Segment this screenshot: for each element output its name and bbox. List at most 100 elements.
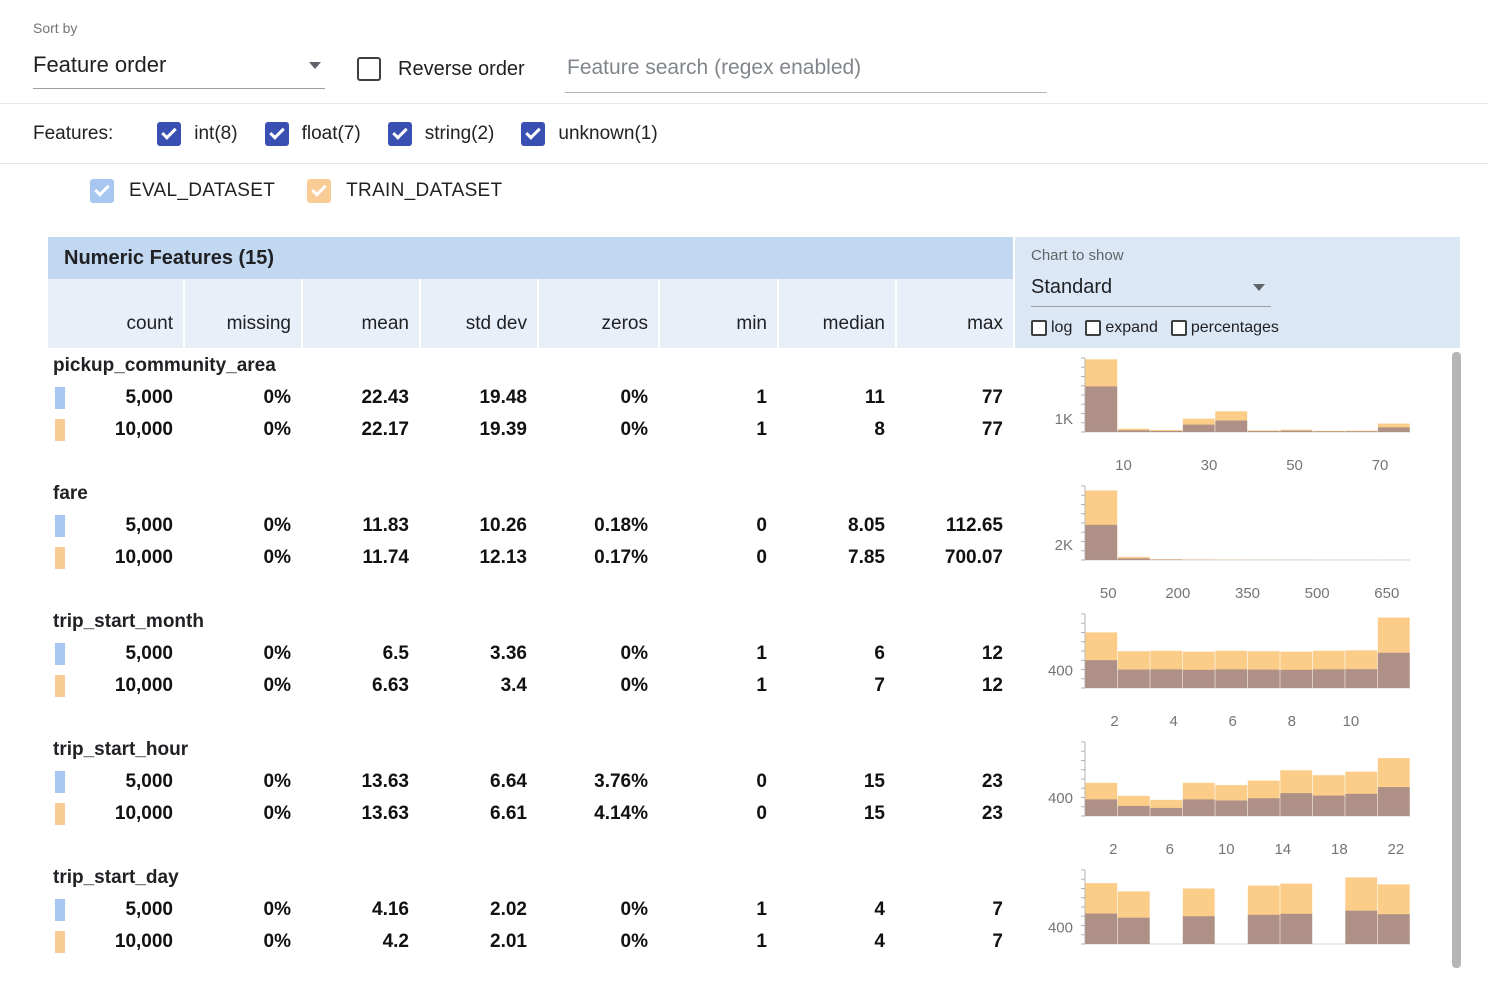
dataset-marker <box>55 643 65 665</box>
stat-value: 0% <box>183 931 301 953</box>
type-filter-string: string(2) <box>388 122 495 146</box>
stats-row: 5,0000%22.4319.480%11177 <box>48 382 1013 414</box>
stat-value: 77 <box>895 387 1013 409</box>
stat-value: 23 <box>895 771 1013 793</box>
type-filter-int: int(8) <box>157 122 237 146</box>
stat-value: 5,000 <box>48 387 183 409</box>
type-filter-unknown: unknown(1) <box>521 122 657 146</box>
feature-block: trip_start_day 5,0000%4.162.020%147 10,0… <box>48 864 1460 992</box>
stat-value: 0% <box>183 515 301 537</box>
log-checkbox[interactable] <box>1031 320 1047 336</box>
feature-name: trip_start_hour <box>53 739 188 761</box>
stat-value: 6.5 <box>301 643 419 665</box>
stat-value: 10.26 <box>419 515 537 537</box>
expand-checkbox[interactable] <box>1085 320 1101 336</box>
dataset-marker <box>55 675 65 697</box>
unknown-filter-checkbox[interactable] <box>521 122 545 146</box>
dataset-marker <box>55 931 65 953</box>
chart-controls-panel: Chart to show Standard log expand percen… <box>1013 237 1460 348</box>
stats-row: 5,0000%4.162.020%147 <box>48 894 1013 926</box>
svg-text:2K: 2K <box>1055 537 1073 554</box>
stat-value: 12.13 <box>419 547 537 569</box>
stat-value: 11.74 <box>301 547 419 569</box>
feature-search-input[interactable] <box>565 50 1047 93</box>
stat-value: 1 <box>658 931 777 953</box>
column-header-count: count <box>48 279 183 348</box>
chart-type-select[interactable]: Standard <box>1031 268 1271 307</box>
stat-value: 1 <box>658 387 777 409</box>
string-filter-checkbox[interactable] <box>388 122 412 146</box>
stat-value: 5,000 <box>48 643 183 665</box>
stat-value: 0% <box>537 675 658 697</box>
stat-value: 7.85 <box>777 547 895 569</box>
stat-value: 0 <box>658 771 777 793</box>
stat-value: 2.01 <box>419 931 537 953</box>
stat-value: 3.4 <box>419 675 537 697</box>
feature-name: trip_start_day <box>53 867 179 889</box>
column-header-stddev: std dev <box>419 279 537 348</box>
stats-row: 10,0000%6.633.40%1712 <box>48 670 1013 702</box>
stat-value: 4 <box>777 899 895 921</box>
svg-text:2: 2 <box>1110 713 1118 730</box>
float-filter-checkbox[interactable] <box>265 122 289 146</box>
int-filter-checkbox[interactable] <box>157 122 181 146</box>
stat-value: 0% <box>183 675 301 697</box>
column-header-max: max <box>895 279 1013 348</box>
svg-text:200: 200 <box>1165 585 1190 602</box>
feature-block: fare 5,0000%11.8310.260.18%08.05112.65 1… <box>48 480 1460 608</box>
stat-value: 5,000 <box>48 899 183 921</box>
svg-text:10: 10 <box>1218 841 1235 858</box>
stat-value: 0% <box>537 387 658 409</box>
stat-value: 5,000 <box>48 771 183 793</box>
chevron-down-icon <box>1253 284 1265 291</box>
stat-value: 4.2 <box>301 931 419 953</box>
stat-value: 7 <box>895 931 1013 953</box>
stat-value: 0% <box>183 419 301 441</box>
feature-name: pickup_community_area <box>53 355 276 377</box>
svg-text:350: 350 <box>1235 585 1260 602</box>
stat-value: 0% <box>183 771 301 793</box>
stat-value: 0% <box>183 803 301 825</box>
stat-value: 0% <box>537 899 658 921</box>
stat-value: 700.07 <box>895 547 1013 569</box>
train-dataset-checkbox[interactable] <box>307 179 331 203</box>
stat-value: 19.39 <box>419 419 537 441</box>
histogram-chart: 1K10305070 <box>1013 352 1460 480</box>
feature-block: pickup_community_area 5,0000%22.4319.480… <box>48 352 1460 480</box>
histogram-chart: 2K50200350500650 <box>1013 480 1460 608</box>
log-option: log <box>1031 319 1072 337</box>
numeric-features-section: Numeric Features (15) count missing mean… <box>48 237 1460 992</box>
stat-value: 0% <box>537 419 658 441</box>
stats-row: 5,0000%11.8310.260.18%08.05112.65 <box>48 510 1013 542</box>
eval-dataset-checkbox[interactable] <box>90 179 114 203</box>
stat-value: 1 <box>658 419 777 441</box>
feature-order-select[interactable]: Feature order <box>33 46 325 89</box>
feature-order-value: Feature order <box>33 52 166 78</box>
stat-value: 0% <box>183 547 301 569</box>
svg-text:50: 50 <box>1286 457 1303 474</box>
vertical-scrollbar[interactable] <box>1452 352 1461 968</box>
svg-text:22: 22 <box>1388 841 1405 858</box>
stat-value: 6.64 <box>419 771 537 793</box>
reverse-order-checkbox[interactable] <box>357 57 381 81</box>
svg-text:18: 18 <box>1331 841 1348 858</box>
dataset-marker <box>55 803 65 825</box>
svg-text:70: 70 <box>1372 457 1389 474</box>
unknown-filter-label: unknown(1) <box>558 123 657 145</box>
percentages-checkbox[interactable] <box>1171 320 1187 336</box>
train-dataset-label: TRAIN_DATASET <box>346 180 502 202</box>
chevron-down-icon <box>309 62 321 69</box>
feature-name: fare <box>53 483 88 505</box>
stat-value: 0 <box>658 547 777 569</box>
log-label: log <box>1051 319 1072 337</box>
feature-type-filters: Features: int(8) float(7) string(2) unkn… <box>0 104 1488 164</box>
stat-value: 1 <box>658 899 777 921</box>
stats-row: 10,0000%13.636.614.14%01523 <box>48 798 1013 830</box>
reverse-order-label: Reverse order <box>398 58 525 81</box>
stat-value: 1 <box>658 643 777 665</box>
stat-value: 10,000 <box>48 547 183 569</box>
svg-text:50: 50 <box>1100 585 1117 602</box>
column-header-median: median <box>777 279 895 348</box>
stat-value: 0% <box>183 899 301 921</box>
stats-row: 5,0000%13.636.643.76%01523 <box>48 766 1013 798</box>
